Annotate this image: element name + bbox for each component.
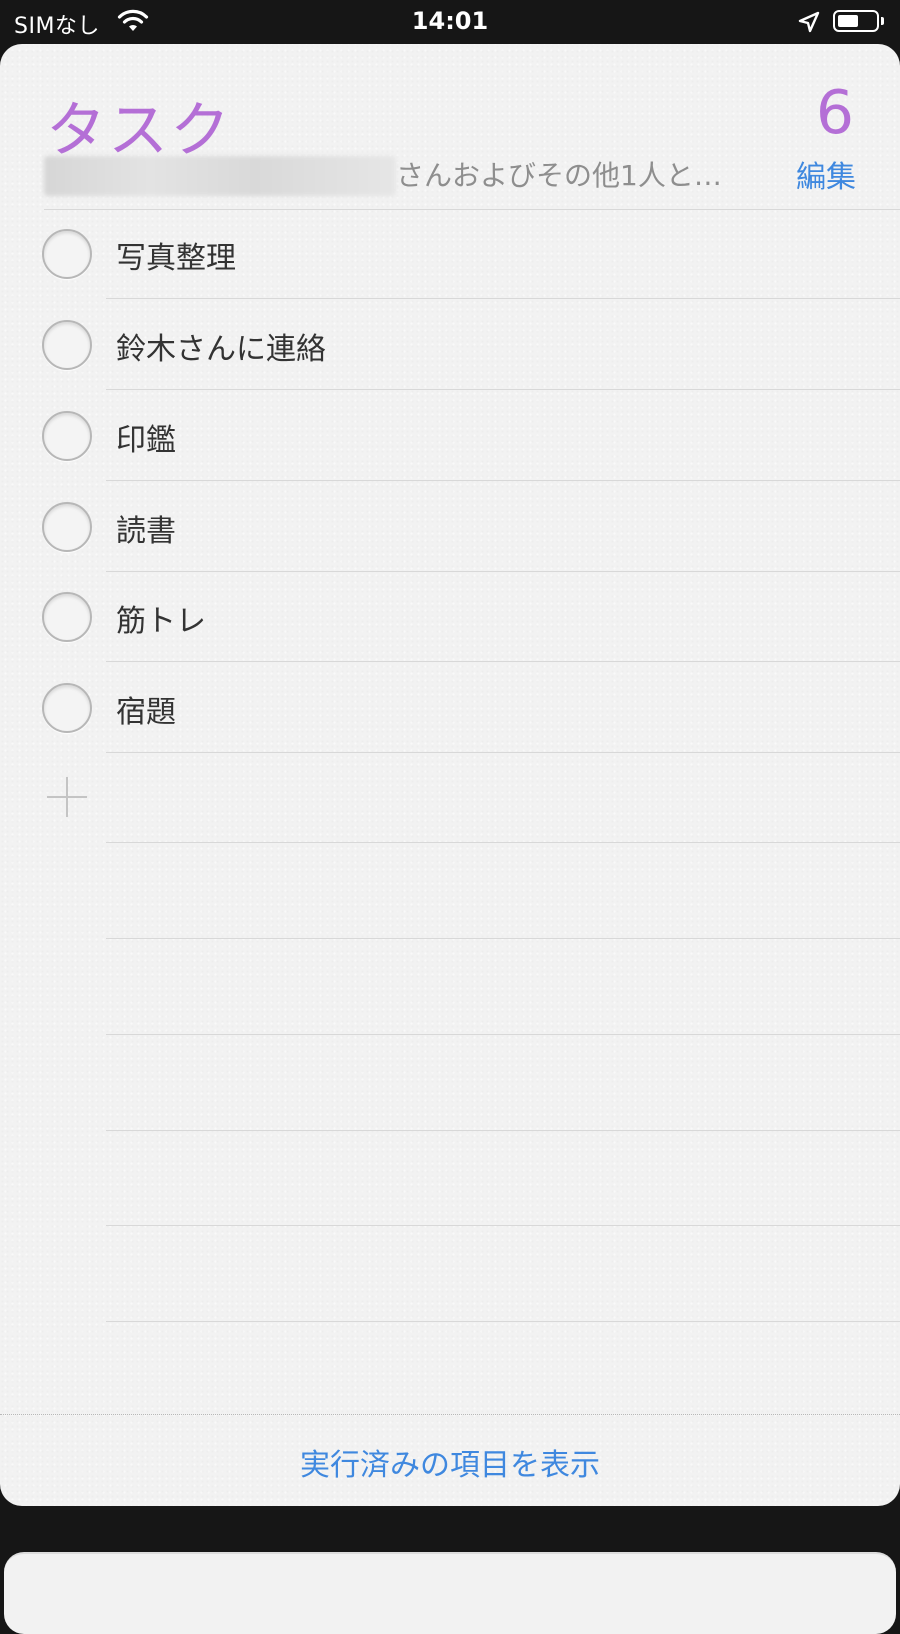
empty-row-divider bbox=[106, 1034, 900, 1035]
reminder-title[interactable]: 読書 bbox=[116, 506, 176, 550]
reminder-title[interactable]: 写真整理 bbox=[116, 233, 236, 277]
add-reminder-row[interactable] bbox=[0, 753, 900, 843]
row-divider bbox=[106, 389, 900, 390]
status-time: 14:01 bbox=[411, 7, 489, 35]
empty-row-divider bbox=[106, 938, 900, 939]
complete-checkbox[interactable] bbox=[42, 229, 92, 279]
empty-row-divider bbox=[106, 1225, 900, 1226]
list-item[interactable]: 筋トレ bbox=[0, 572, 900, 662]
complete-checkbox[interactable] bbox=[42, 683, 92, 733]
show-completed-button[interactable]: 実行済みの項目を表示 bbox=[0, 1440, 900, 1484]
shared-user-name-redacted bbox=[44, 156, 396, 196]
list-item[interactable]: 写真整理 bbox=[0, 209, 900, 299]
battery-icon bbox=[833, 10, 879, 32]
row-divider bbox=[106, 480, 900, 481]
row-divider bbox=[106, 842, 900, 843]
reminder-title[interactable]: 宿題 bbox=[116, 687, 176, 731]
list-item[interactable]: 読書 bbox=[0, 482, 900, 572]
complete-checkbox[interactable] bbox=[42, 411, 92, 461]
battery-tip bbox=[881, 17, 884, 25]
shared-with-label[interactable]: さんおよびその他1人と… bbox=[396, 154, 722, 194]
reminder-title[interactable]: 鈴木さんに連絡 bbox=[116, 324, 326, 368]
status-bar: SIMなし 14:01 bbox=[0, 0, 900, 44]
row-divider bbox=[106, 661, 900, 662]
row-divider bbox=[106, 298, 900, 299]
next-list-card[interactable] bbox=[4, 1552, 896, 1634]
complete-checkbox[interactable] bbox=[42, 502, 92, 552]
complete-checkbox[interactable] bbox=[42, 592, 92, 642]
item-count: 6 bbox=[815, 78, 854, 148]
empty-row-divider bbox=[106, 1321, 900, 1322]
reminder-title[interactable]: 筋トレ bbox=[116, 596, 206, 640]
footer-divider bbox=[0, 1414, 900, 1415]
plus-icon[interactable] bbox=[47, 777, 87, 817]
list-item[interactable]: 鈴木さんに連絡 bbox=[0, 300, 900, 390]
battery-level bbox=[838, 15, 858, 27]
edit-button[interactable]: 編集 bbox=[796, 152, 856, 196]
complete-checkbox[interactable] bbox=[42, 320, 92, 370]
reminder-title[interactable]: 印鑑 bbox=[116, 415, 176, 459]
reminders-list-card: タスク 6 さんおよびその他1人と… 編集 写真整理 鈴木さんに連絡 印鑑 読書… bbox=[0, 44, 900, 1506]
location-arrow-icon bbox=[798, 11, 820, 33]
empty-row-divider bbox=[106, 1130, 900, 1131]
list-item[interactable]: 印鑑 bbox=[0, 391, 900, 481]
list-item[interactable]: 宿題 bbox=[0, 663, 900, 753]
